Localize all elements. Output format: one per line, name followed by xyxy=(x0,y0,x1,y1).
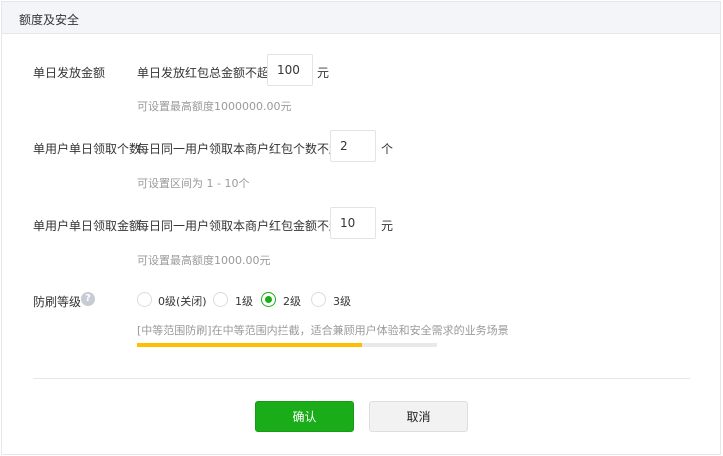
per-user-amount-input[interactable] xyxy=(330,207,376,239)
per-user-amount-label: 单用户单日领取金额 xyxy=(33,219,142,233)
daily-amount-desc: 单日发放红包总金额不超过 xyxy=(137,66,282,80)
per-user-amount-unit: 元 xyxy=(381,219,394,233)
per-user-count-label: 单用户单日领取个数 xyxy=(33,142,142,156)
per-user-count-input[interactable] xyxy=(330,130,376,162)
daily-amount-unit: 元 xyxy=(317,66,330,80)
per-user-amount-hint: 可设置最高额度1000.00元 xyxy=(137,254,271,267)
confirm-button[interactable]: 确认 xyxy=(255,401,354,432)
anti-fraud-label: 防刷等级 xyxy=(33,295,82,309)
panel-header: 额度及安全 xyxy=(2,2,720,34)
anti-fraud-level-fill xyxy=(137,343,362,347)
daily-amount-input[interactable] xyxy=(267,54,313,86)
anti-fraud-level-hint: [中等范围防刷]在中等范围内拦截，适合兼顾用户体验和安全需求的业务场景 xyxy=(137,324,509,337)
per-user-count-hint: 可设置区间为 1 - 10个 xyxy=(137,177,250,190)
anti-fraud-level-bar xyxy=(137,343,437,347)
divider xyxy=(33,378,690,379)
radio-level-1[interactable] xyxy=(213,292,228,307)
daily-amount-hint: 可设置最高额度1000000.00元 xyxy=(137,100,292,113)
radio-level-2-label[interactable]: 2级 xyxy=(283,293,301,309)
radio-level-3[interactable] xyxy=(311,292,326,307)
panel-title: 额度及安全 xyxy=(19,13,80,27)
radio-level-0[interactable] xyxy=(137,292,152,307)
per-user-amount-desc: 每日同一用户领取本商户红包金额不超过 xyxy=(137,219,354,233)
per-user-count-unit: 个 xyxy=(381,142,394,156)
radio-level-2[interactable] xyxy=(261,292,276,307)
cancel-button[interactable]: 取消 xyxy=(369,401,468,432)
help-icon[interactable]: ? xyxy=(81,292,95,306)
per-user-count-desc: 每日同一用户领取本商户红包个数不超过 xyxy=(137,142,354,156)
radio-level-1-label[interactable]: 1级 xyxy=(235,293,253,309)
daily-amount-label: 单日发放金额 xyxy=(33,66,106,80)
radio-level-3-label[interactable]: 3级 xyxy=(333,293,351,309)
radio-level-0-label[interactable]: 0级(关闭) xyxy=(158,293,207,309)
